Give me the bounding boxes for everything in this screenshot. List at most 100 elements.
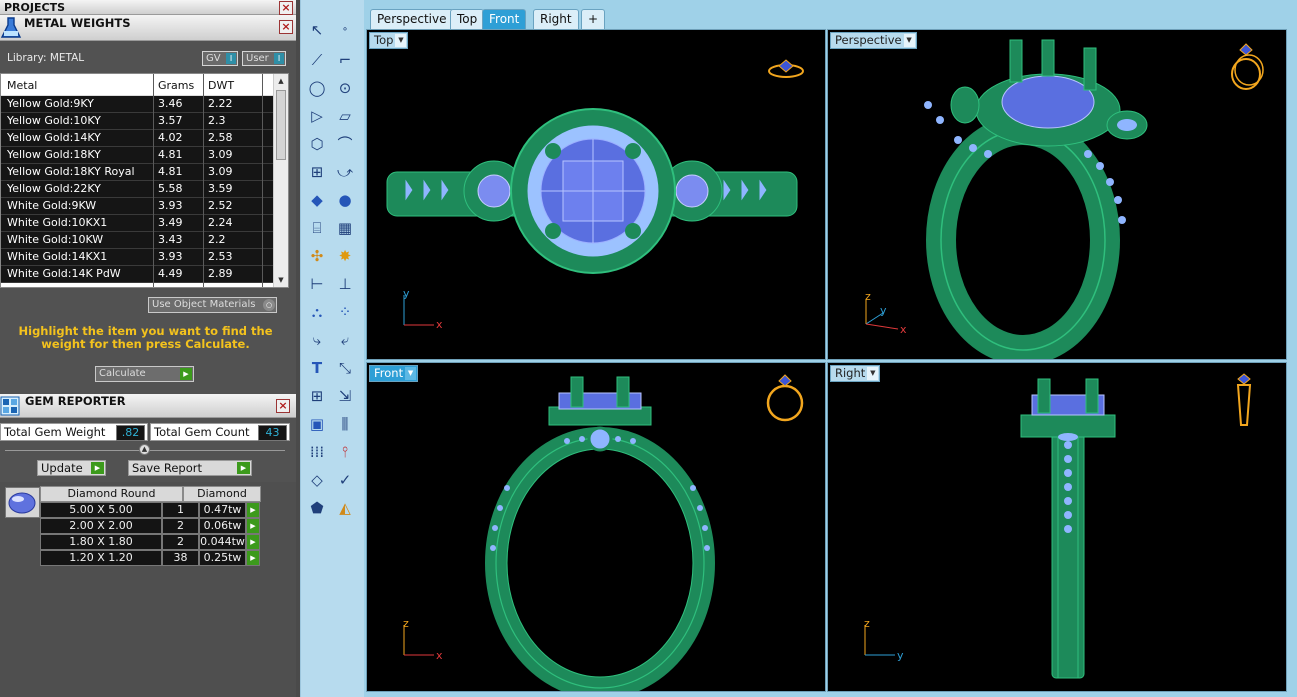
metal-row[interactable]: Yellow Gold:9KY 3.46 2.22 [1,96,273,113]
gem-cut-icon[interactable]: ◇ [305,468,329,492]
grams-cell: 3.49 [158,216,183,229]
sweep-icon[interactable]: ⤻ [333,160,357,184]
dwt-cell: 2.53 [208,250,233,263]
offset-curve-icon[interactable]: ⤶ [333,328,357,352]
play-icon[interactable]: ▶ [246,502,260,518]
scrollbar-thumb[interactable] [276,90,286,160]
metal-row[interactable]: Yellow Gold:14KY 4.02 2.58 [1,130,273,147]
boolean-union-icon[interactable]: ⛬ [305,300,329,324]
triangle-curve-icon[interactable]: ▷ [305,104,329,128]
save-report-button[interactable]: Save Report ▶ [128,460,252,476]
splitter-handle[interactable]: ▲ [139,444,150,455]
tab-front[interactable]: Front [482,9,527,29]
curve-points-icon[interactable]: ⌐ [333,48,357,72]
grid-array-icon[interactable]: ⁞⁞⁞ [305,440,329,464]
box-solid-icon[interactable]: ◆ [305,188,329,212]
viewport-perspective[interactable]: z y x Perspective ▼ [827,29,1287,360]
stone-icon[interactable]: ⬟ [305,496,329,520]
metal-row[interactable]: White Gold:9KW 3.93 2.52 [1,198,273,215]
gem-weight-cell: 0.25tw [199,550,246,566]
chevron-down-icon[interactable]: ▼ [405,367,417,380]
viewport-label-front[interactable]: Front ▼ [369,365,419,382]
gem-reporter-close-button[interactable]: × [276,399,290,413]
viewport-top[interactable]: y x Top ▼ [366,29,826,360]
column-metal[interactable]: Metal [7,79,37,92]
metal-weights-close-button[interactable]: × [279,20,293,34]
polygon-icon[interactable]: ⬡ [305,132,329,156]
cylinder-icon[interactable]: ⌸ [305,216,329,240]
right-view-ring: z y [864,373,1252,679]
mesh-icon[interactable]: ▦ [333,216,357,240]
update-button[interactable]: Update ▶ [37,460,106,476]
metal-row[interactable]: Yellow Gold:18KY 4.81 3.09 [1,147,273,164]
calculate-button[interactable]: Calculate ▶ [95,366,194,382]
projects-close-button[interactable]: × [279,1,293,15]
check-icon[interactable]: ✓ [333,468,357,492]
column-dwt[interactable]: DWT [208,79,234,92]
polyline-icon[interactable]: ⟋ [305,48,329,72]
viewport-label-top[interactable]: Top ▼ [369,32,409,49]
metal-row[interactable]: White Gold:10KX1 3.49 2.24 [1,215,273,232]
ring-shank-front [485,426,715,691]
metal-row[interactable]: White Gold:14K PdW 4.49 2.89 [1,266,273,283]
gv-toggle[interactable]: GV I [202,51,238,66]
gear-icon[interactable]: ✣ [305,244,329,268]
tab-top[interactable]: Top [450,9,485,29]
metal-table-scrollbar[interactable]: ▲ ▼ [273,74,288,287]
viewport-right[interactable]: z y Right ▼ [827,362,1287,692]
user-toggle[interactable]: User I [242,51,286,66]
use-object-materials-toggle[interactable]: Use Object Materials ○ [148,297,277,313]
metal-row[interactable]: Yellow Gold:18KY Royal 4.81 3.09 [1,164,273,181]
grams-cell: 4.81 [158,148,183,161]
scroll-down-icon[interactable]: ▼ [276,274,286,286]
metal-name-cell: Yellow Gold:18KY [7,148,101,161]
boolean-diff-icon[interactable]: ⁘ [333,300,357,324]
projects-header[interactable]: PROJECTS [0,0,296,15]
sphere-solid-icon[interactable]: ● [333,188,357,212]
circle-icon[interactable]: ◯ [305,76,329,100]
gem-size-cell: 1.80 X 1.80 [40,534,162,550]
metal-row[interactable]: Yellow Gold:22KY 5.58 3.59 [1,181,273,198]
render-icon[interactable]: ◭ [333,496,357,520]
tab-right[interactable]: Right [533,9,579,29]
chevron-down-icon[interactable]: ▼ [867,367,879,380]
metal-row[interactable]: Yellow Gold:10KY 3.57 2.3 [1,113,273,130]
add-tab-button[interactable]: + [581,9,606,29]
flow-icon[interactable]: ⇲ [333,384,357,408]
trim-icon[interactable]: ⊥ [333,272,357,296]
rectangle-icon[interactable]: ▱ [333,104,357,128]
select-arrow-icon[interactable]: ↖ [305,18,329,42]
viewport-label-perspective[interactable]: Perspective ▼ [830,32,917,49]
gem-count-cell: 38 [162,550,199,566]
metal-weights-header[interactable]: METAL WEIGHTS [0,15,296,41]
arc-icon[interactable]: ⌒ [333,132,357,156]
chevron-down-icon[interactable]: ▼ [395,34,407,47]
metal-row[interactable]: White Gold:10KW 3.43 2.2 [1,232,273,249]
surface-grid-icon[interactable]: ⊞ [305,160,329,184]
viewport-label-right[interactable]: Right ▼ [830,365,881,382]
chevron-down-icon[interactable]: ▼ [903,34,915,47]
scroll-up-icon[interactable]: ▲ [276,75,286,87]
tab-perspective[interactable]: Perspective [370,9,454,29]
play-icon[interactable]: ▶ [246,534,260,550]
point-icon[interactable]: ∘ [333,18,357,42]
play-icon[interactable]: ▶ [246,550,260,566]
prongs-icon[interactable]: ⫼ [333,412,357,436]
measure-icon[interactable]: ⫯ [333,440,357,464]
metal-row[interactable]: White Gold:14KX1 3.93 2.53 [1,249,273,266]
scale-icon[interactable]: ⤡ [333,356,357,380]
explode-icon[interactable]: ✸ [333,244,357,268]
split-icon[interactable]: ⊢ [305,272,329,296]
array-icon[interactable]: ⊞ [305,384,329,408]
play-icon[interactable]: ▶ [246,518,260,534]
dwt-cell: 2.3 [208,114,226,127]
metal-table[interactable]: Metal Grams DWT Yellow Gold:9KY 3.46 2.22 Y… [0,73,289,288]
viewport-front[interactable]: z x Front ▼ [366,362,826,692]
circle-center-icon[interactable]: ⊙ [333,76,357,100]
text-tool-icon[interactable]: T [305,356,329,380]
gem-reporter-header[interactable]: GEM REPORTER [0,394,296,418]
cube-icon[interactable]: ▣ [305,412,329,436]
fillet-icon[interactable]: ⤷ [305,328,329,352]
total-gem-weight-value: .82 [116,425,145,441]
column-grams[interactable]: Grams [158,79,194,92]
